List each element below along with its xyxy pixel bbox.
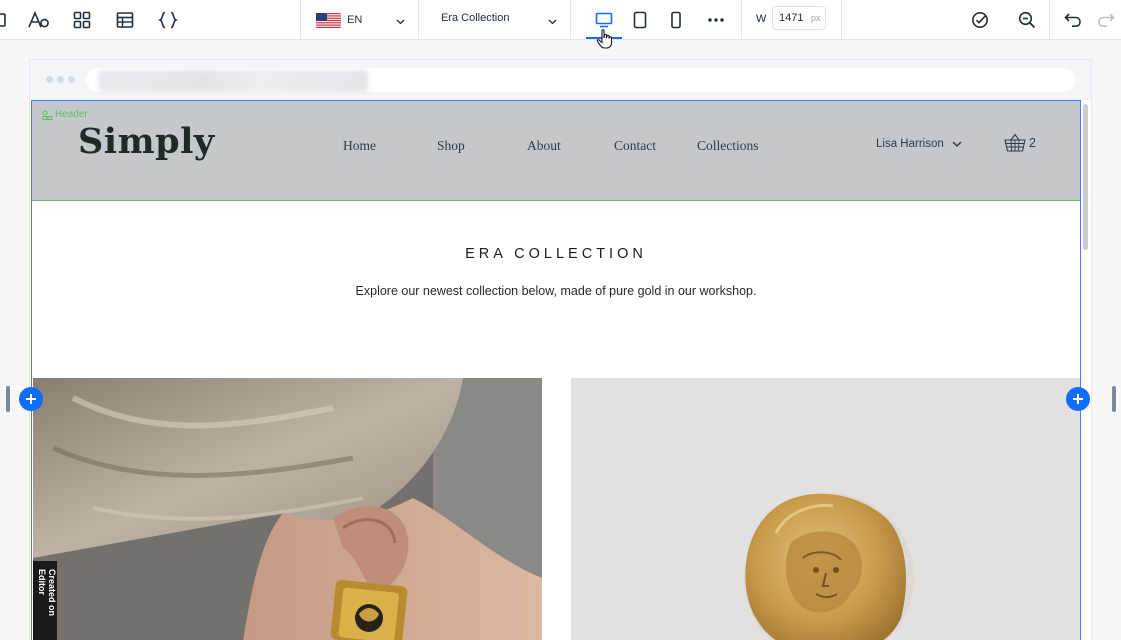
cms-table-icon[interactable] [111,6,139,34]
site-header[interactable]: Header Simply Home Shop About Contact Co… [32,101,1080,201]
sections-icon [42,109,53,120]
site-preview[interactable]: Header Simply Home Shop About Contact Co… [31,100,1081,640]
toolbar-divider [570,0,571,40]
width-input[interactable]: px [772,6,826,30]
cart-button[interactable]: 2 [1004,133,1036,153]
header-section-tag: Header [42,109,88,120]
apps-grid-icon[interactable] [68,6,96,34]
nav-item-contact[interactable]: Contact [614,138,656,154]
browser-bar [30,60,1091,100]
chevron-down-icon[interactable] [396,12,405,30]
user-menu[interactable]: Lisa Harrison [876,138,962,150]
header-tag-label: Header [55,109,88,120]
plus-icon [26,394,36,404]
resize-handle-left[interactable] [6,386,10,412]
site-logo[interactable]: Simply [78,121,215,162]
chevron-down-icon [952,140,962,147]
mobile-view-icon[interactable] [662,6,690,34]
theme-text-icon[interactable] [25,6,53,34]
product-image-earring[interactable] [33,378,542,640]
redo-icon[interactable] [1092,6,1120,34]
hand-pointer-icon [596,29,614,54]
undo-icon[interactable] [1059,6,1087,34]
window-dots [46,76,75,83]
plus-icon [1073,394,1083,404]
tablet-view-icon[interactable] [626,6,654,34]
canvas-scrollbar[interactable] [1083,104,1088,250]
section-subtitle: Explore our newest collection below, mad… [355,284,757,298]
basket-icon [1004,133,1026,152]
section-title: ERA COLLECTION [465,246,647,262]
nav-item-shop[interactable]: Shop [437,138,465,154]
language-label: EN [347,14,363,26]
pages-icon[interactable] [0,6,14,34]
code-braces-icon[interactable] [154,6,182,34]
zoom-out-icon[interactable] [1013,6,1041,34]
toolbar-divider [418,0,419,40]
toolbar-divider [300,0,301,40]
blurred-url [98,70,368,92]
page-selector[interactable]: Era Collection [441,12,509,24]
resize-handle-right[interactable] [1112,386,1116,412]
created-on-editor-badge[interactable]: Created on Editor [33,561,57,640]
add-section-left-button[interactable] [19,387,43,411]
toolbar-divider [1049,0,1050,40]
width-unit: px [811,13,821,23]
cart-count: 2 [1029,136,1036,150]
more-options-icon[interactable] [702,6,730,34]
width-value[interactable] [779,12,809,24]
add-section-right-button[interactable] [1066,387,1090,411]
chevron-down-icon[interactable] [548,12,557,30]
us-flag-icon [316,12,341,28]
nav-item-home[interactable]: Home [343,138,376,154]
editor-toolbar: EN Era Collection W px [0,0,1121,40]
toolbar-divider [841,0,842,40]
page-name: Era Collection [441,12,510,24]
site-checker-icon[interactable] [966,6,994,34]
toolbar-divider [741,0,742,40]
width-label: W [756,13,767,25]
user-name: Lisa Harrison [876,138,944,150]
gold-coin-photo [571,378,1080,640]
product-image-gold-coin[interactable] [571,378,1080,640]
nav-item-about[interactable]: About [527,138,561,154]
nav-item-collections[interactable]: Collections [697,138,759,154]
language-selector[interactable]: EN [316,10,362,30]
earring-photo [33,378,542,640]
